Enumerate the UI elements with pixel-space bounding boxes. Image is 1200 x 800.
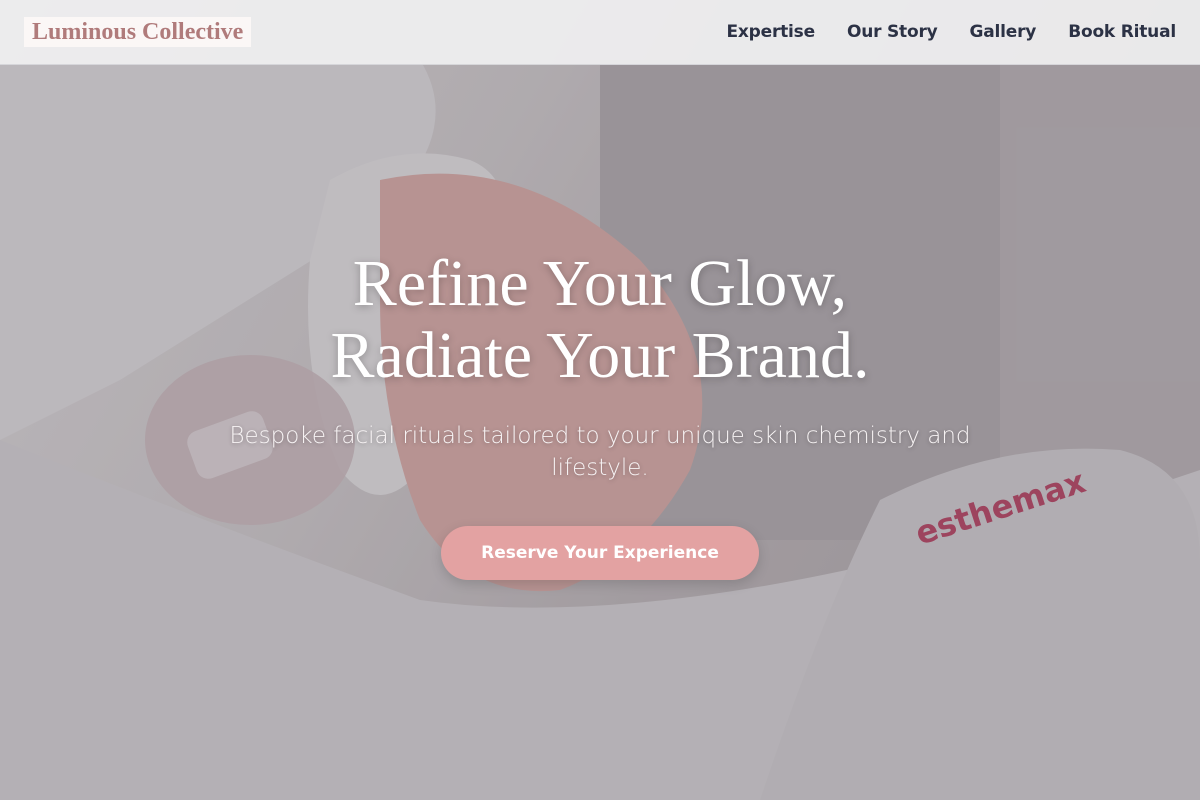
nav-link-book-ritual[interactable]: Book Ritual [1068, 22, 1176, 42]
nav-link-expertise[interactable]: Expertise [726, 22, 815, 42]
main-nav: Expertise Our Story Gallery Book Ritual [726, 22, 1176, 42]
hero-headline-line2: Radiate Your Brand. [330, 319, 870, 392]
reserve-experience-button[interactable]: Reserve Your Experience [441, 526, 759, 580]
hero-content: Refine Your Glow, Radiate Your Brand. Be… [0, 248, 1200, 580]
hero-headline-line1: Refine Your Glow, [352, 247, 848, 320]
site-header: Luminous Collective Expertise Our Story … [0, 0, 1200, 65]
nav-link-gallery[interactable]: Gallery [970, 22, 1037, 42]
nav-link-our-story[interactable]: Our Story [847, 22, 938, 42]
hero-headline: Refine Your Glow, Radiate Your Brand. [0, 248, 1200, 392]
brand-logo[interactable]: Luminous Collective [24, 16, 252, 48]
hero-subtitle: Bespoke facial rituals tailored to your … [229, 423, 971, 481]
